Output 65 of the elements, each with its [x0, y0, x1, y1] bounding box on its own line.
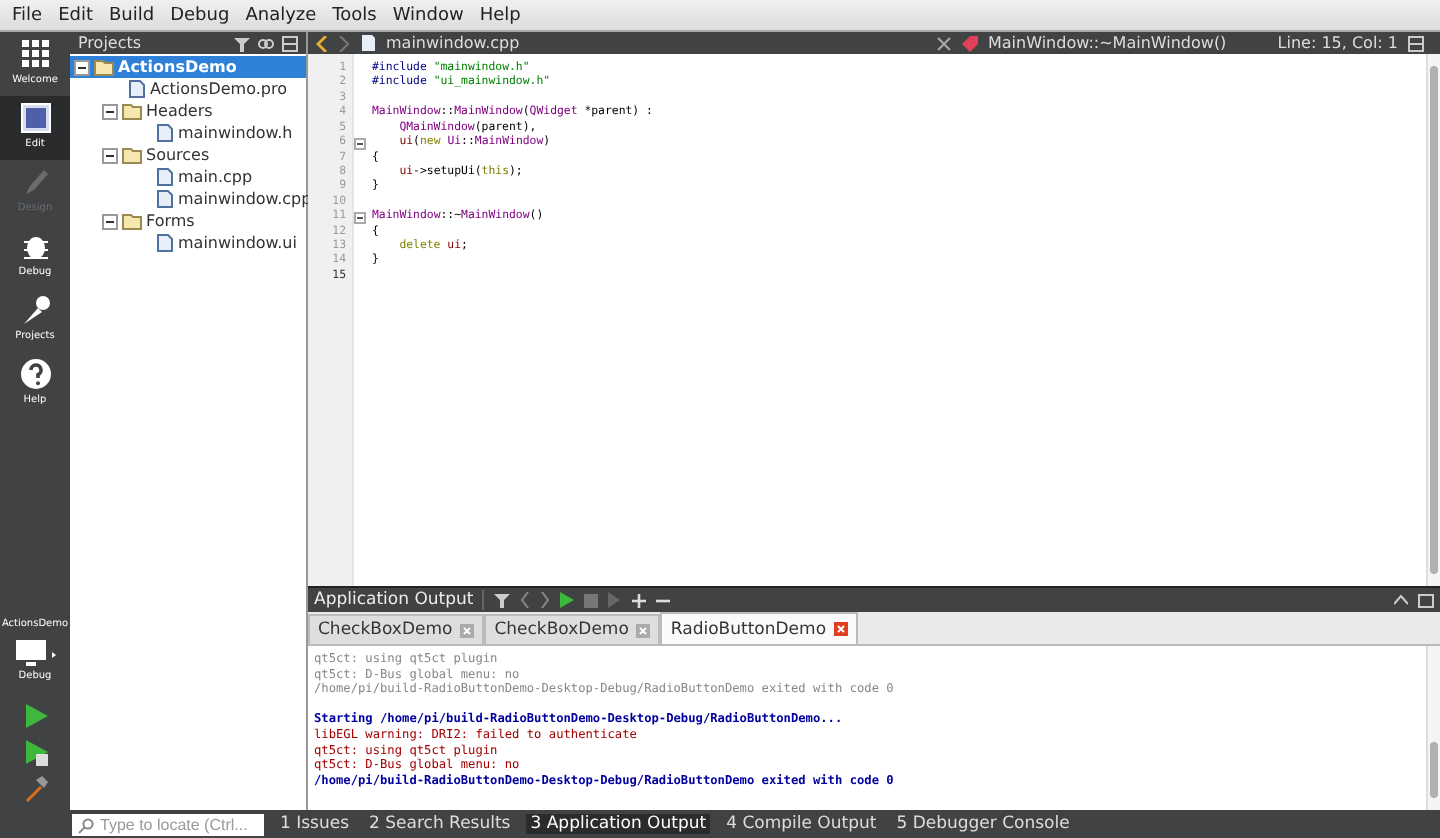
collapse-icon[interactable] [102, 103, 118, 119]
collapse-icon[interactable] [102, 213, 118, 229]
zoom-in-icon[interactable] [631, 593, 646, 607]
run-icon[interactable] [21, 702, 49, 730]
file-icon [154, 124, 174, 142]
panel-title: Projects [78, 34, 144, 52]
maximize-icon[interactable] [1394, 594, 1408, 606]
menu-item[interactable]: Build [101, 5, 163, 25]
tree-item[interactable]: mainwindow.h [70, 122, 306, 144]
back-icon[interactable] [316, 35, 328, 51]
output-pane-button[interactable]: 2 Search Results [365, 814, 515, 834]
mode-icon [17, 100, 53, 136]
tree-item[interactable]: ActionsDemo.pro [70, 78, 306, 100]
debug-run-icon[interactable] [21, 738, 49, 766]
tree-item[interactable]: Headers [70, 100, 306, 122]
menu-item[interactable]: Window [384, 5, 472, 25]
folder-icon [122, 212, 142, 230]
file-icon [154, 234, 174, 252]
menu-item[interactable]: Edit [50, 5, 101, 25]
mode-icon [17, 356, 53, 392]
output-pane-button[interactable]: 1 Issues [276, 814, 354, 834]
output-pane-button[interactable]: 4 Compile Output [722, 814, 881, 834]
panel-title: Application Output [314, 590, 484, 610]
menu-item[interactable]: Tools [324, 5, 385, 25]
tree-item[interactable]: Forms [70, 210, 306, 232]
output-pane-button[interactable]: 5 Debugger Console [892, 814, 1074, 834]
menu-item[interactable]: Debug [162, 5, 238, 25]
locate-field[interactable]: Type to locate (Ctrl... [72, 813, 264, 835]
output-tab[interactable]: CheckBoxDemo [308, 614, 485, 644]
close-panel-icon[interactable] [1418, 593, 1434, 607]
menu-item[interactable]: Help [471, 5, 529, 25]
mode-icon [17, 36, 53, 72]
collapse-icon[interactable] [102, 147, 118, 163]
file-name[interactable]: mainwindow.cpp [386, 34, 926, 52]
link-icon[interactable] [258, 35, 274, 51]
tree-item[interactable]: ActionsDemo [70, 56, 306, 78]
folder-icon [94, 58, 114, 76]
output-tab[interactable]: CheckBoxDemo [484, 614, 661, 644]
tree-item[interactable]: mainwindow.cpp [70, 188, 306, 210]
tree-item[interactable]: mainwindow.ui [70, 232, 306, 254]
back-icon[interactable] [519, 592, 530, 608]
output-pane-button[interactable]: 3 Application Output [526, 814, 711, 834]
cursor-position: Line: 15, Col: 1 [1277, 34, 1398, 52]
close-icon[interactable] [936, 35, 952, 51]
fold-icon[interactable] [354, 211, 366, 224]
file-icon [360, 34, 376, 52]
monitor-icon[interactable] [13, 638, 57, 670]
menu-item[interactable]: Analyze [237, 5, 325, 25]
output-tab[interactable]: RadioButtonDemo [660, 612, 859, 644]
symbol-name[interactable]: MainWindow::~MainWindow() [988, 34, 1268, 52]
tree-item[interactable]: Sources [70, 144, 306, 166]
scrollbar[interactable] [1426, 54, 1440, 586]
split-icon[interactable] [1408, 35, 1424, 51]
tree-item[interactable]: main.cpp [70, 166, 306, 188]
folder-icon [122, 146, 142, 164]
run-icon[interactable] [559, 592, 574, 608]
menu-item[interactable]: File [4, 5, 51, 25]
collapse-icon[interactable] [74, 59, 90, 75]
fold-icon[interactable] [354, 137, 366, 150]
split-icon[interactable] [282, 35, 298, 51]
hammer-icon[interactable] [21, 774, 49, 802]
filter-icon[interactable] [493, 592, 510, 608]
scrollbar[interactable] [1426, 646, 1440, 810]
folder-icon [122, 102, 142, 120]
forward-icon[interactable] [539, 592, 550, 608]
